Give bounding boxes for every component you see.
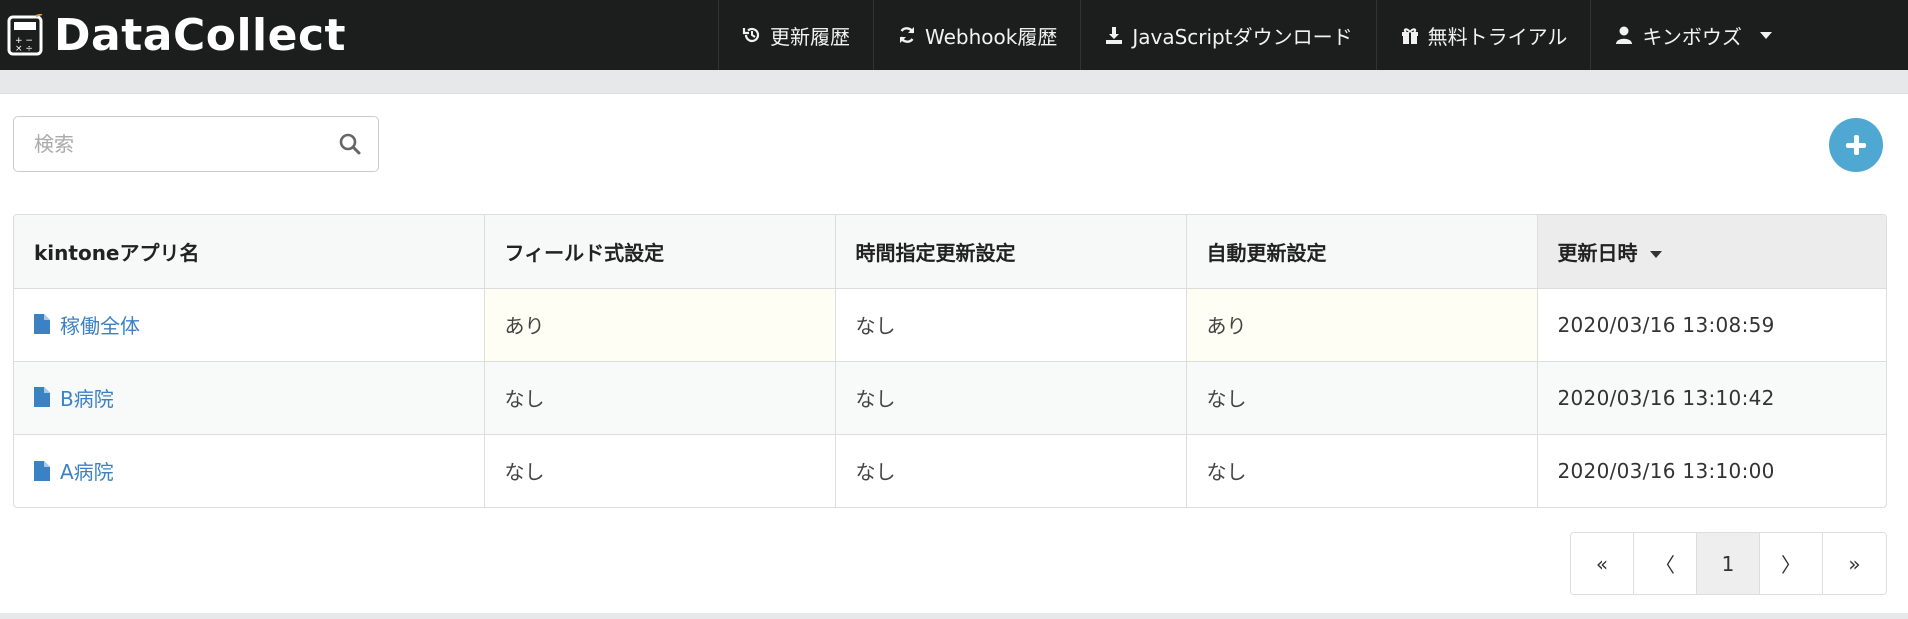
app-link[interactable]: A病院 — [34, 456, 114, 485]
main-panel: kintoneアプリ名 フィールド式設定 時間指定更新設定 自動更新設定 更新日… — [0, 93, 1908, 613]
pagination: « 〈 1 〉 » — [1570, 532, 1887, 595]
app-link[interactable]: B病院 — [34, 383, 114, 412]
time-setting-cell: なし — [835, 288, 1187, 362]
column-header-field-setting[interactable]: フィールド式設定 — [484, 215, 836, 289]
brand-name: DataCollect — [54, 9, 347, 61]
column-header-app-name[interactable]: kintoneアプリ名 — [14, 215, 485, 289]
column-header-updated-at-label: 更新日時 — [1557, 240, 1638, 265]
nav-javascript-download[interactable]: JavaScriptダウンロード — [1080, 0, 1375, 70]
top-navbar: + − × ÷ DataCollect 更新履歴 Webhook履歴 JavaS… — [0, 0, 1908, 70]
updated-at-cell: 2020/03/16 13:10:00 — [1557, 458, 1775, 483]
sort-desc-icon — [1649, 250, 1662, 258]
auto-update-cell: なし — [1186, 361, 1538, 435]
field-setting-cell: あり — [484, 288, 836, 362]
file-icon — [34, 460, 50, 481]
calculator-logo-icon: + − × ÷ — [7, 14, 43, 56]
nav-webhook-history[interactable]: Webhook履歴 — [873, 0, 1080, 70]
nav-javascript-download-label: JavaScriptダウンロード — [1132, 24, 1353, 49]
nav-free-trial[interactable]: 無料トライアル — [1375, 0, 1591, 70]
app-name: 稼働全体 — [60, 313, 140, 338]
svg-text:× ÷: × ÷ — [15, 44, 33, 54]
nav-free-trial-label: 無料トライアル — [1427, 24, 1568, 49]
chevron-down-icon — [1759, 31, 1772, 39]
gift-icon — [1401, 28, 1418, 44]
user-icon — [1616, 26, 1633, 44]
table-row: A病院 なし なし なし 2020/03/16 13:10:00 — [14, 434, 1886, 507]
field-setting-cell: なし — [484, 434, 836, 507]
refresh-icon — [899, 27, 915, 43]
search-box — [13, 116, 379, 172]
page-current-button[interactable]: 1 — [1697, 533, 1760, 594]
page-last-button[interactable]: » — [1823, 533, 1886, 594]
page-next-button[interactable]: 〉 — [1760, 533, 1823, 594]
app-name: A病院 — [60, 460, 114, 484]
auto-update-cell: あり — [1186, 288, 1538, 362]
time-setting-cell: なし — [835, 361, 1187, 435]
nav-update-history-label: 更新履歴 — [770, 24, 850, 49]
nav-webhook-history-label: Webhook履歴 — [925, 24, 1058, 49]
search-icon[interactable] — [338, 132, 362, 156]
download-icon — [1106, 27, 1123, 44]
apps-table: kintoneアプリ名 フィールド式設定 時間指定更新設定 自動更新設定 更新日… — [13, 214, 1887, 508]
updated-at-cell: 2020/03/16 13:10:42 — [1537, 361, 1886, 435]
nav-menu: 更新履歴 Webhook履歴 JavaScriptダウンロード 無料トライアル … — [718, 0, 1798, 70]
file-icon — [34, 314, 50, 335]
updated-at-cell: 2020/03/16 13:08:59 — [1537, 288, 1886, 362]
page-first-button[interactable]: « — [1571, 533, 1634, 594]
auto-update-cell: なし — [1186, 434, 1538, 507]
table-header-row: kintoneアプリ名 フィールド式設定 時間指定更新設定 自動更新設定 更新日… — [14, 215, 1886, 289]
user-name: キンボウズ — [1642, 24, 1742, 49]
nav-update-history[interactable]: 更新履歴 — [718, 0, 873, 70]
column-header-time-setting[interactable]: 時間指定更新設定 — [835, 215, 1187, 289]
add-button[interactable] — [1829, 118, 1883, 172]
app-link[interactable]: 稼働全体 — [34, 310, 140, 339]
user-menu[interactable]: キンボウズ — [1590, 0, 1797, 70]
field-setting-cell: なし — [484, 361, 836, 435]
column-header-updated-at[interactable]: 更新日時 — [1537, 215, 1886, 289]
brand[interactable]: + − × ÷ DataCollect — [0, 0, 718, 70]
page-prev-button[interactable]: 〈 — [1634, 533, 1697, 594]
history-icon — [742, 27, 760, 43]
table-row: 稼働全体 あり なし あり 2020/03/16 13:08:59 — [14, 288, 1886, 362]
file-icon — [34, 387, 50, 408]
table-row: B病院 なし なし なし 2020/03/16 13:10:42 — [14, 361, 1886, 435]
search-input[interactable] — [14, 117, 334, 171]
time-setting-cell: なし — [835, 434, 1187, 507]
app-name: B病院 — [60, 386, 114, 411]
column-header-auto-update[interactable]: 自動更新設定 — [1186, 215, 1538, 289]
